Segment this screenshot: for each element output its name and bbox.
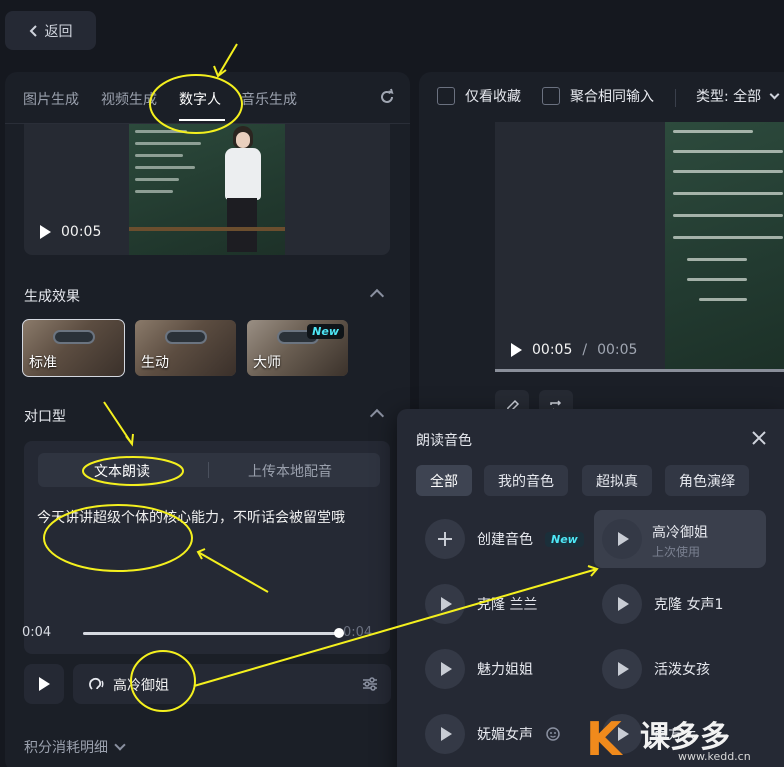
lipsync-box: 文本朗读 上传本地配音 今天讲讲超级个体的核心能力，不听话会被留堂哦 (24, 441, 390, 654)
effect-option-standard[interactable]: 标准 (22, 319, 125, 377)
mode-upload-audio[interactable]: 上传本地配音 (248, 461, 332, 481)
audio-time-total: 0:04 (343, 625, 373, 640)
play-icon[interactable] (602, 584, 642, 624)
merge-filter[interactable]: 聚合相同输入 (542, 86, 654, 106)
back-button[interactable]: 返回 (5, 11, 96, 50)
effect-option-vivid[interactable]: 生动 (135, 320, 236, 376)
video-controls: 00:05 (40, 224, 101, 240)
new-badge: New (545, 531, 584, 547)
voice-name: 高冷御姐 (113, 678, 169, 694)
generation-tabs: 图片生成 视频生成 数字人 音乐生成 (5, 72, 410, 124)
voice-option[interactable]: 妩媚女声 (425, 714, 561, 754)
video-thumbnail (129, 124, 285, 255)
script-textarea[interactable]: 今天讲讲超级个体的核心能力，不听话会被留堂哦 (37, 507, 345, 527)
category-ultra-real[interactable]: 超拟真 (582, 465, 652, 496)
tab-digital-human[interactable]: 数字人 (179, 89, 221, 109)
video-time-current: 00:05 (532, 342, 573, 358)
credits-detail-toggle[interactable]: 积分消耗明细 (24, 737, 126, 757)
voice-selector[interactable]: 高冷御姐 (73, 664, 391, 704)
active-tab-indicator (179, 119, 225, 121)
close-icon[interactable] (752, 431, 766, 445)
effect-section-title: 生成效果 (24, 289, 80, 305)
watermark-url: www.kedd.cn (678, 750, 751, 763)
play-icon[interactable] (602, 519, 642, 559)
favorites-checkbox[interactable] (437, 87, 455, 105)
play-icon[interactable] (425, 649, 465, 689)
voice-option[interactable]: 克隆 兰兰 (425, 584, 537, 624)
video-controls: 00:05 / 00:05 (511, 342, 637, 358)
play-icon[interactable] (425, 584, 465, 624)
credits-label: 积分消耗明细 (24, 740, 108, 756)
voice-icon (89, 677, 104, 690)
favorites-filter[interactable]: 仅看收藏 (437, 86, 521, 106)
watermark-logo: K 课多多 www.kedd.cn (586, 712, 751, 766)
chevron-down-icon (769, 89, 780, 100)
result-video[interactable]: 00:05 / 00:05 (495, 122, 784, 372)
refresh-icon[interactable] (378, 88, 396, 106)
settings-sliders-icon[interactable] (361, 675, 379, 693)
tab-video-gen[interactable]: 视频生成 (101, 89, 157, 109)
generation-panel: 图片生成 视频生成 数字人 音乐生成 00:05 生成效果 标准 生动 New … (5, 72, 410, 767)
audio-time-current: 0:04 (22, 625, 52, 640)
video-thumbnail (665, 122, 784, 372)
plus-icon (425, 519, 465, 559)
lipsync-mode-switch: 文本朗读 上传本地配音 (38, 453, 380, 487)
chevron-up-icon[interactable] (369, 288, 385, 304)
play-icon[interactable] (425, 714, 465, 754)
effect-option-master[interactable]: New 大师 (247, 320, 348, 376)
voice-option[interactable]: 活泼女孩 (602, 649, 710, 689)
create-voice-button[interactable]: 创建音色 New (425, 519, 584, 559)
category-role-play[interactable]: 角色演绎 (665, 465, 749, 496)
video-duration: 00:05 (597, 342, 638, 358)
category-my-voices[interactable]: 我的音色 (484, 465, 568, 496)
back-label: 返回 (44, 23, 73, 40)
voice-option[interactable]: 克隆 女声1 (602, 584, 723, 624)
lipsync-section-title: 对口型 (24, 409, 66, 425)
video-time: 00:05 (61, 224, 102, 240)
type-dropdown[interactable]: 类型: 全部 (696, 86, 780, 106)
new-badge: New (307, 324, 344, 339)
voice-option[interactable]: 魅力姐姐 (425, 649, 533, 689)
category-all[interactable]: 全部 (416, 465, 472, 496)
play-icon[interactable] (511, 343, 522, 357)
chevron-down-icon (114, 739, 126, 751)
preview-video[interactable]: 00:05 (24, 124, 390, 255)
audio-progress-bar[interactable] (83, 628, 344, 638)
play-icon[interactable] (602, 649, 642, 689)
play-icon[interactable] (40, 225, 51, 239)
mode-text-reading[interactable]: 文本朗读 (94, 461, 150, 481)
popup-title: 朗读音色 (416, 433, 472, 449)
tab-music-gen[interactable]: 音乐生成 (241, 89, 297, 109)
play-icon (38, 677, 50, 691)
tab-image-gen[interactable]: 图片生成 (23, 89, 79, 109)
emotion-icon (546, 727, 560, 741)
play-button[interactable] (24, 664, 64, 704)
merge-checkbox[interactable] (542, 87, 560, 105)
chevron-up-icon[interactable] (369, 408, 385, 424)
chevron-left-icon (29, 24, 37, 37)
voice-option-selected[interactable]: 高冷御姐 上次使用 (594, 510, 766, 568)
